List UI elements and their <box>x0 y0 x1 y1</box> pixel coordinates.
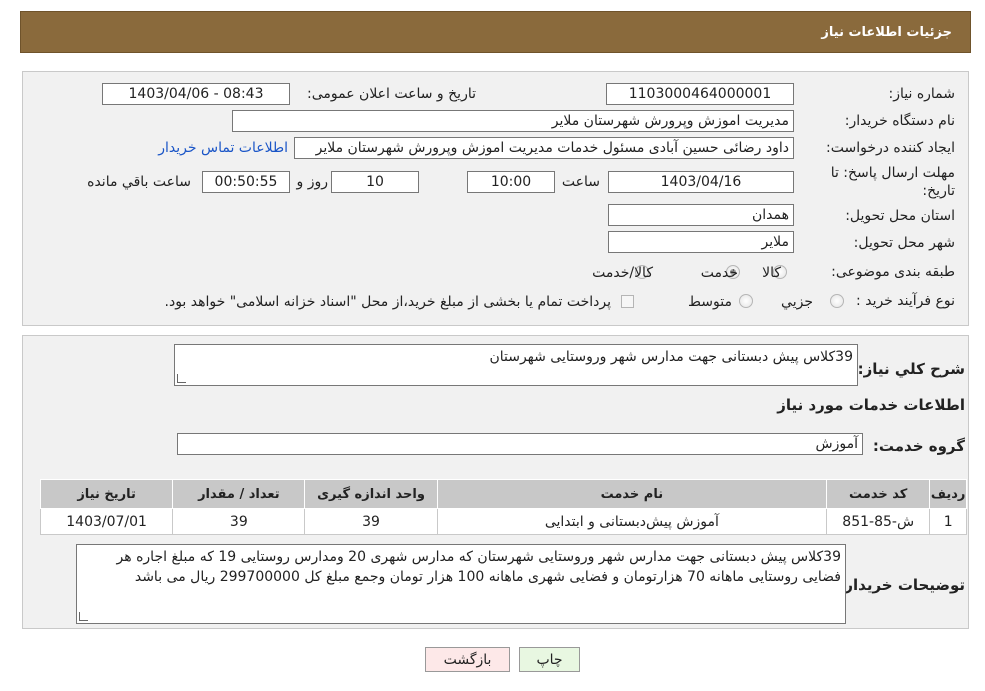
cell-row-number: 1 <box>929 508 967 535</box>
city-field[interactable]: ملایر <box>608 231 794 253</box>
process-medium-label: متوسط <box>688 294 732 310</box>
table-row[interactable]: 1 ش-85-851 آموزش پیش‌دبستانی و ابتدایی 3… <box>39 508 967 535</box>
need-number-field[interactable]: 1103000464000001 <box>606 83 794 105</box>
resize-grip-icon[interactable] <box>79 612 88 621</box>
category-service-label: خدمت <box>700 265 738 281</box>
remaining-time-label: ساعت باقي مانده <box>87 174 191 190</box>
cell-unit: 39 <box>304 508 438 535</box>
buyer-org-label: نام دستگاه خریدار: <box>844 113 955 129</box>
col-service-name: نام خدمت <box>436 479 828 509</box>
print-button[interactable]: چاپ <box>519 647 580 672</box>
treasury-payment-checkbox[interactable] <box>621 295 634 308</box>
remaining-time-field[interactable]: 00:50:55 <box>202 171 290 193</box>
page-title: جزئیات اطلاعات نیاز <box>821 24 952 40</box>
process-minor-radio[interactable] <box>830 294 844 308</box>
announce-datetime-field[interactable]: 1403/04/06 - 08:43 <box>102 83 290 105</box>
col-quantity: تعداد / مقدار <box>172 479 306 509</box>
treasury-payment-note: پرداخت تمام یا بخشی از مبلغ خرید،از محل … <box>164 294 611 310</box>
buyer-notes-textarea[interactable]: 39کلاس پیش دبستانی جهت مدارس شهر وروستای… <box>76 544 846 624</box>
need-details-panel: شماره نیاز: 1103000464000001 تاریخ و ساع… <box>22 71 969 326</box>
process-label: نوع فرآیند خرید : <box>856 293 955 309</box>
deadline-days-field[interactable]: 10 <box>331 171 419 193</box>
col-row-number: ردیف <box>929 479 967 509</box>
city-label: شهر محل تحویل: <box>853 235 955 251</box>
deadline-label-line1: مهلت ارسال پاسخ: تا <box>830 165 955 181</box>
buyer-contact-link[interactable]: اطلاعات تماس خریدار <box>158 140 288 156</box>
deadline-label-line2: تاریخ: <box>922 183 955 199</box>
announce-datetime-label: تاریخ و ساعت اعلان عمومی: <box>307 86 476 102</box>
category-label: طبقه بندی موضوعی: <box>831 264 955 280</box>
col-service-code: کد خدمت <box>826 479 931 509</box>
table-header-row: ردیف کد خدمت نام خدمت واحد اندازه گیری ت… <box>39 479 967 509</box>
buyer-notes-label: توضیحات خریدار: <box>838 576 965 594</box>
cell-quantity: 39 <box>172 508 306 535</box>
province-field[interactable]: همدان <box>608 204 794 226</box>
creator-label: ایجاد کننده درخواست: <box>826 140 955 156</box>
service-group-field[interactable]: آموزش <box>177 433 863 455</box>
col-unit: واحد اندازه گیری <box>304 479 438 509</box>
resize-grip-icon[interactable] <box>177 374 186 383</box>
cell-service-code: ش-85-851 <box>826 508 931 535</box>
process-medium-radio[interactable] <box>739 294 753 308</box>
services-panel: شرح كلي نياز: 39کلاس پیش دبستانی جهت مدا… <box>22 335 969 629</box>
deadline-time-label: ساعت <box>561 174 600 190</box>
summary-label: شرح كلي نياز: <box>857 360 965 378</box>
deadline-days-label: روز و <box>296 174 329 190</box>
services-table: ردیف کد خدمت نام خدمت واحد اندازه گیری ت… <box>39 479 967 535</box>
buyer-notes-text: 39کلاس پیش دبستانی جهت مدارس شهر وروستای… <box>116 549 841 585</box>
page-header: جزئیات اطلاعات نیاز <box>20 11 971 53</box>
deadline-time-field[interactable]: 10:00 <box>467 171 555 193</box>
col-need-date: تاریخ نیاز <box>39 479 174 509</box>
deadline-date-field[interactable]: 1403/04/16 <box>608 171 794 193</box>
back-button[interactable]: بازگشت <box>425 647 510 672</box>
cell-need-date: 1403/07/01 <box>39 508 174 535</box>
category-goods-service-label: کالا/خدمت <box>592 265 653 281</box>
category-goods-label: کالا <box>762 265 781 281</box>
need-number-label: شماره نیاز: <box>888 86 956 102</box>
process-minor-label: جزیي <box>781 294 813 310</box>
services-section-title: اطلاعات خدمات مورد نياز <box>777 396 965 414</box>
summary-textarea[interactable]: 39کلاس پیش دبستانی جهت مدارس شهر وروستای… <box>174 344 858 386</box>
province-label: استان محل تحویل: <box>845 208 955 224</box>
service-group-label: گروه خدمت: <box>872 437 965 455</box>
cell-service-name: آموزش پیش‌دبستانی و ابتدایی <box>436 508 828 535</box>
buyer-org-field[interactable]: مدیریت اموزش وپرورش شهرستان ملایر <box>232 110 794 132</box>
summary-text: 39کلاس پیش دبستانی جهت مدارس شهر وروستای… <box>489 349 853 365</box>
creator-field[interactable]: داود رضائی حسین آبادی مسئول خدمات مدیریت… <box>294 137 794 159</box>
